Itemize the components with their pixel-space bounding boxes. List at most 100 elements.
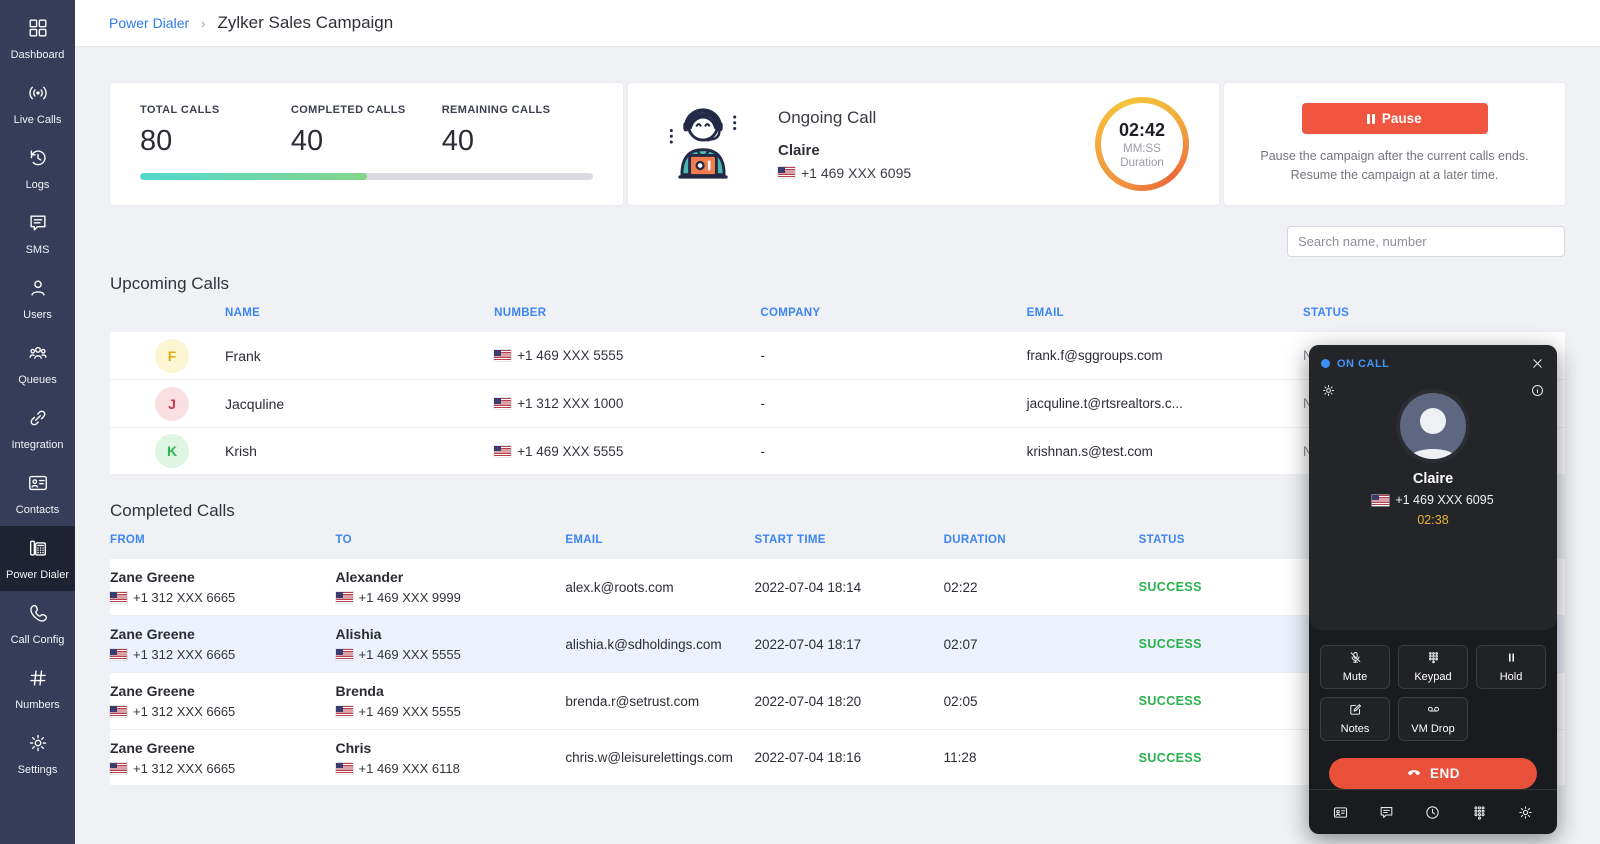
pause-campaign-card: Pause Pause the campaign after the curre… (1224, 83, 1565, 205)
sidebar-item-call-config[interactable]: Call Config (0, 591, 75, 656)
contact-number: +1 469 XXX 5555 (494, 348, 760, 363)
stat-completed-calls: COMPLETED CALLS 40 (291, 104, 442, 158)
timer-unit: MM:SS (1123, 143, 1161, 155)
close-icon[interactable] (1530, 356, 1545, 371)
power-dialer-icon (27, 537, 49, 564)
call-duration: 02:22 (944, 580, 1139, 595)
hold-icon (1504, 650, 1519, 668)
to-number: +1 469 XXX 5555 (336, 704, 566, 719)
chat-icon[interactable] (1378, 804, 1395, 821)
us-flag-icon (110, 706, 127, 717)
notes-icon (1348, 702, 1363, 720)
sidebar-item-numbers[interactable]: Numbers (0, 656, 75, 721)
campaign-progress-bar (140, 173, 593, 180)
call-duration: 02:07 (944, 637, 1139, 652)
from-number: +1 312 XXX 6665 (110, 761, 336, 776)
call-actions: Mute Keypad Hold Notes VM Drop (1309, 630, 1557, 741)
from-number: +1 312 XXX 6665 (110, 704, 336, 719)
hold-button[interactable]: Hold (1476, 645, 1546, 689)
search-input[interactable] (1287, 226, 1565, 257)
sms-icon (27, 212, 49, 239)
end-call-button[interactable]: END (1329, 758, 1537, 790)
sidebar: Dashboard Live Calls Logs SMS Users Queu… (0, 0, 75, 844)
dialpad-icon[interactable] (1471, 804, 1488, 821)
us-flag-icon (494, 446, 511, 457)
sidebar-item-settings[interactable]: Settings (0, 721, 75, 786)
avatar: F (155, 339, 189, 373)
from-number: +1 312 XXX 6665 (110, 590, 336, 605)
sidebar-item-live-calls[interactable]: Live Calls (0, 71, 75, 136)
from-name: Zane Greene (110, 683, 336, 699)
contact-company: - (760, 348, 1026, 363)
mute-button[interactable]: Mute (1320, 645, 1390, 689)
from-name: Zane Greene (110, 740, 336, 756)
avatar: J (155, 387, 189, 421)
call-start-time: 2022-07-04 18:20 (755, 694, 944, 709)
sidebar-item-integration[interactable]: Integration (0, 396, 75, 461)
settings-icon (27, 732, 49, 759)
contacts-icon (27, 472, 49, 499)
vm-drop-icon (1426, 702, 1441, 720)
pause-button[interactable]: Pause (1302, 103, 1488, 134)
call-settings-gear-icon[interactable] (1321, 383, 1336, 403)
settings-gear-icon[interactable] (1517, 804, 1534, 821)
from-number: +1 312 XXX 6665 (110, 647, 336, 662)
sidebar-item-users[interactable]: Users (0, 266, 75, 331)
us-flag-icon (110, 649, 127, 660)
sidebar-item-sms[interactable]: SMS (0, 201, 75, 266)
keypad-icon (1426, 650, 1441, 668)
breadcrumb: Power Dialer › Zylker Sales Campaign (75, 0, 1600, 47)
contact-email: jacquline.t@rtsrealtors.c... (1027, 396, 1303, 411)
chevron-right-icon: › (201, 16, 205, 31)
call-email: brenda.r@setrust.com (565, 694, 754, 709)
mute-icon (1348, 650, 1363, 668)
caller-number: +1 469 XXX 6095 (1321, 493, 1545, 507)
sidebar-item-power-dialer[interactable]: Power Dialer (0, 526, 75, 591)
call-history-icon[interactable] (1424, 804, 1441, 821)
info-icon[interactable] (1530, 383, 1545, 403)
us-flag-icon (494, 398, 511, 409)
numbers-icon (27, 667, 49, 694)
sidebar-item-dashboard[interactable]: Dashboard (0, 6, 75, 71)
ongoing-call-title: Ongoing Call (778, 108, 911, 128)
pause-description: Pause the campaign after the current cal… (1260, 147, 1528, 185)
call-email: chris.w@leisurelettings.com (565, 750, 754, 765)
us-flag-icon (110, 763, 127, 774)
users-icon (27, 277, 49, 304)
dashboard-icon (27, 17, 49, 44)
sidebar-item-contacts[interactable]: Contacts (0, 461, 75, 526)
keypad-button[interactable]: Keypad (1398, 645, 1468, 689)
to-name: Chris (336, 740, 566, 756)
call-email: alishia.k@sdholdings.com (565, 637, 754, 652)
pause-icon (1367, 114, 1375, 124)
contact-name: Frank (225, 348, 261, 364)
ongoing-call-name: Claire (778, 142, 911, 159)
from-name: Zane Greene (110, 569, 336, 585)
contact-card-icon[interactable] (1332, 804, 1349, 821)
on-call-status: ON CALL (1337, 358, 1389, 370)
sidebar-item-queues[interactable]: Queues (0, 331, 75, 396)
upcoming-calls-title: Upcoming Calls (110, 274, 1565, 294)
from-name: Zane Greene (110, 626, 336, 642)
contact-company: - (760, 396, 1026, 411)
us-flag-icon (336, 649, 353, 660)
vm-drop-button[interactable]: VM Drop (1398, 697, 1468, 741)
on-call-panel: ON CALL Claire +1 469 XXX 6095 02:38 (1309, 345, 1557, 630)
to-name: Alexander (336, 569, 566, 585)
us-flag-icon (494, 350, 511, 361)
ongoing-call-number: +1 469 XXX 6095 (778, 165, 911, 181)
queues-icon (27, 342, 49, 369)
call-start-time: 2022-07-04 18:16 (755, 750, 944, 765)
breadcrumb-link-power-dialer[interactable]: Power Dialer (109, 15, 189, 31)
call-start-time: 2022-07-04 18:17 (755, 637, 944, 652)
call-duration: 02:05 (944, 694, 1139, 709)
notes-button[interactable]: Notes (1320, 697, 1390, 741)
us-flag-icon (1372, 495, 1389, 506)
us-flag-icon (110, 592, 127, 603)
contact-company: - (760, 444, 1026, 459)
campaign-stats-card: TOTAL CALLS 80 COMPLETED CALLS 40 REMAIN… (110, 83, 623, 205)
call-config-icon (27, 602, 49, 629)
timer-caption: Duration (1120, 157, 1163, 169)
sidebar-item-logs[interactable]: Logs (0, 136, 75, 201)
campaign-progress-fill (140, 173, 367, 180)
